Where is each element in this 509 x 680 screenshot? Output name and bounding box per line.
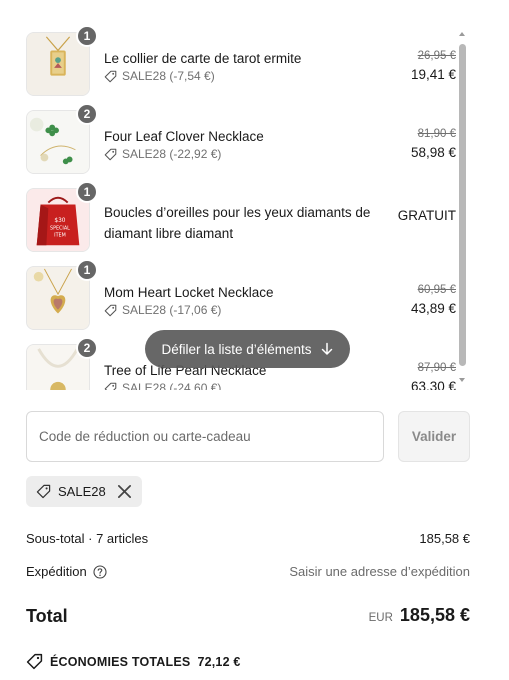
cart-item: 2 Four Leaf Clover Necklace SALE28 (-22,… [26,100,456,174]
discount-text: SALE28 (-24,60 €) [122,381,222,390]
quantity-badge: 1 [76,25,98,47]
tag-icon [36,484,51,499]
subtotal-label: Sous-total · 7 articles [26,531,149,546]
scrollbar-thumb[interactable] [459,44,466,366]
original-price: 26,95 € [417,50,456,62]
tag-icon [104,382,117,390]
validate-button[interactable]: Valider [398,411,470,462]
shipping-row: Expédition Saisir une adresse d’expéditi… [26,564,470,579]
svg-text:ITEM: ITEM [54,232,66,238]
discount-line: SALE28 (-24,60 €) [104,381,221,390]
svg-text:SPECIAL: SPECIAL [50,226,70,232]
discount-text: SALE28 (-17,06 €) [122,303,222,317]
product-name: Le collier de carte de tarot ermite [104,51,302,66]
product-name: Mom Heart Locket Necklace [104,285,274,300]
cart-item: 1 Mom Heart Locket Necklace SALE28 (-17,… [26,256,456,330]
discount-text: SALE28 (-22,92 €) [122,147,222,161]
savings-label: ÉCONOMIES TOTALES [50,654,191,669]
tag-icon [104,148,117,160]
sale-price: 58,98 € [410,145,456,160]
sale-price: 63,30 € [410,379,456,390]
original-price: 87,90 € [417,362,456,374]
discount-text: SALE28 (-7,54 €) [122,69,215,83]
currency-code: EUR [368,612,393,624]
applied-discount-chip: SALE28 [26,476,142,507]
discount-line: SALE28 (-22,92 €) [104,147,221,161]
help-icon[interactable] [93,564,107,579]
quantity-badge: 2 [76,103,98,125]
free-price: GRATUIT [397,208,456,223]
subtotal-value: 185,58 € [419,531,470,546]
svg-text:$30: $30 [54,218,65,224]
tag-icon [104,70,117,82]
cart-scrollbar[interactable] [458,30,466,386]
sale-price: 43,89 € [410,301,456,316]
cart-item: 1 Le collier de carte de tarot ermite SA… [26,22,456,96]
tag-icon [104,304,117,316]
scroll-up-arrow-icon[interactable] [458,30,466,38]
scroll-hint-label: Défiler la liste d’éléments [161,341,312,357]
discount-line: SALE28 (-7,54 €) [104,69,215,83]
original-price: 81,90 € [417,128,456,140]
sale-price: 19,41 € [410,67,456,82]
quantity-badge: 1 [76,181,98,203]
scroll-items-button[interactable]: Défiler la liste d’éléments [145,330,350,368]
cart-item: $30 SPECIAL ITEM 1 Boucles d’oreilles po… [26,178,456,252]
total-amount: EUR 185,58 € [369,605,470,626]
savings-value: 72,12 € [197,654,241,669]
close-icon[interactable] [117,484,132,499]
total-label: Total [26,606,68,626]
quantity-badge: 2 [76,337,98,359]
applied-code-label: SALE28 [58,484,106,499]
shipping-value: Saisir une adresse d’expédition [289,564,470,579]
product-name: Boucles d’oreilles pour les yeux diamant… [104,205,371,241]
discount-line: SALE28 (-17,06 €) [104,303,221,317]
quantity-badge: 1 [76,259,98,281]
total-value: 185,58 € [399,605,470,625]
discount-code-input[interactable] [26,411,384,462]
scroll-down-arrow-icon[interactable] [458,376,466,384]
original-price: 60,95 € [417,284,456,296]
total-savings: ÉCONOMIES TOTALES 72,12 € [26,653,241,670]
shipping-label: Expédition [26,564,87,579]
product-name: Four Leaf Clover Necklace [104,129,264,144]
tag-icon [26,653,43,670]
subtotal-row: Sous-total · 7 articles 185,58 € [26,531,470,546]
arrow-down-icon [321,342,332,355]
